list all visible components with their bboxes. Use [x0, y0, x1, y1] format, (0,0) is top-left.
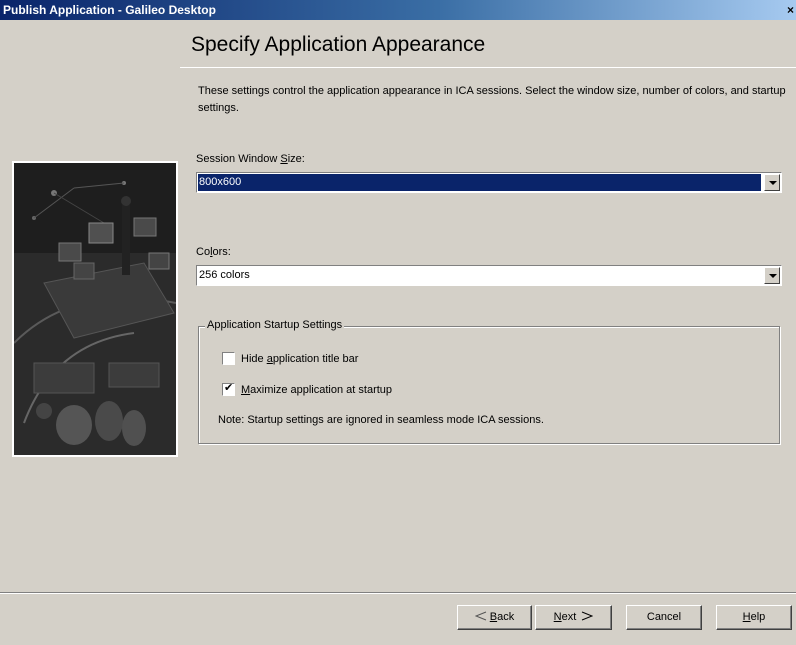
- footer-divider: [0, 592, 796, 594]
- illustration-icon: [14, 163, 176, 455]
- session-size-value: 800x600: [199, 176, 242, 188]
- help-button[interactable]: Help: [716, 605, 792, 630]
- window-title: Publish Application - Galileo Desktop: [3, 3, 216, 17]
- selection-highlight: [198, 174, 761, 191]
- hide-title-bar-checkbox[interactable]: [222, 352, 235, 365]
- colors-label: Colors:: [196, 246, 231, 258]
- back-button[interactable]: Back: [457, 605, 532, 630]
- hide-title-bar-option[interactable]: Hide application title bar: [222, 352, 358, 365]
- maximize-option[interactable]: Maximize application at startup: [222, 381, 393, 396]
- page-title: Specify Application Appearance: [191, 33, 486, 56]
- session-size-select[interactable]: 800x600: [196, 172, 782, 193]
- back-arrow-icon: [474, 611, 486, 621]
- session-size-label: Session Window Size:: [196, 153, 305, 165]
- chevron-down-icon[interactable]: [764, 267, 780, 284]
- hide-title-bar-label: Hide application title bar: [241, 352, 359, 365]
- cancel-button[interactable]: Cancel: [626, 605, 702, 630]
- title-bar[interactable]: Publish Application - Galileo Desktop ×: [0, 0, 796, 20]
- close-icon[interactable]: ×: [780, 3, 794, 17]
- next-button[interactable]: Next: [535, 605, 612, 630]
- header-divider: [180, 67, 796, 68]
- startup-settings-legend: Application Startup Settings: [205, 319, 345, 331]
- page-description: These settings control the application a…: [198, 85, 786, 114]
- next-arrow-icon: [582, 611, 594, 621]
- wizard-illustration: [12, 161, 178, 457]
- colors-select[interactable]: 256 colors: [196, 265, 782, 286]
- chevron-down-icon[interactable]: [764, 174, 780, 191]
- maximize-label: Maximize application at startup: [241, 383, 393, 396]
- maximize-checkbox[interactable]: [222, 381, 235, 396]
- startup-note: Note: Startup settings are ignored in se…: [218, 414, 544, 426]
- colors-value: 256 colors: [199, 269, 250, 281]
